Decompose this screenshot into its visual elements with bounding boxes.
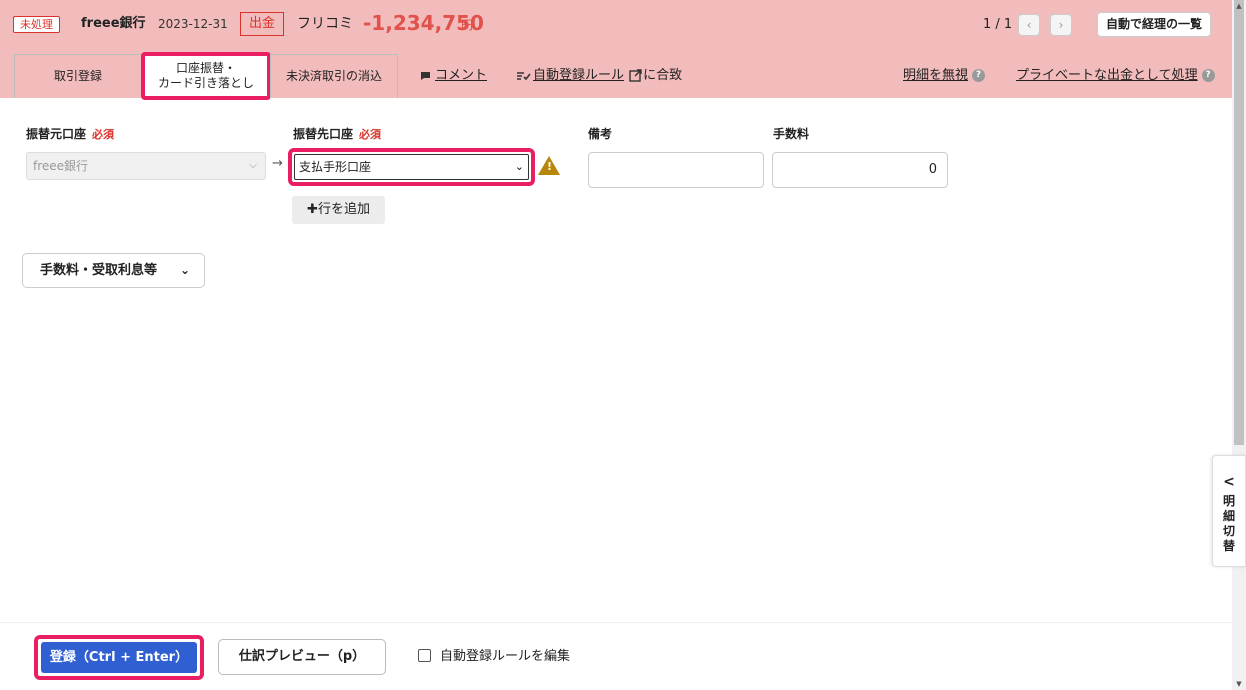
source-account-label: 振替元口座 必須 xyxy=(26,127,115,141)
tab-reconcile[interactable]: 未決済取引の消込 xyxy=(270,54,398,98)
chevron-right-icon: › xyxy=(1058,18,1064,32)
pager: 1 / 1 xyxy=(983,17,1013,32)
note-label: 備考 xyxy=(588,127,613,141)
auto-rule-link[interactable]: 自動登録ルール に合致 xyxy=(517,67,682,85)
warning-icon: ! xyxy=(538,156,560,175)
currency: 円 xyxy=(461,18,474,32)
scrollbar-thumb[interactable] xyxy=(1234,0,1244,445)
status-badge: 未処理 xyxy=(13,16,60,33)
list-button[interactable]: 自動で経理の一覧 xyxy=(1097,12,1211,37)
arrow-right-icon: → xyxy=(272,156,283,171)
chevron-left-icon: ‹ xyxy=(1026,18,1032,32)
ignore-link[interactable]: 明細を無視? xyxy=(903,67,986,85)
type-badge: 出金 xyxy=(240,12,284,36)
fee-toggle-button[interactable]: 手数料・受取利息等 ⌄ xyxy=(22,253,205,288)
target-account-select[interactable]: 支払手形口座 ⌄ xyxy=(288,148,535,186)
prev-button[interactable]: ‹ xyxy=(1018,14,1040,36)
register-button[interactable]: 登録（Ctrl + Enter） xyxy=(34,635,204,680)
edit-rule-label[interactable]: 自動登録ルールを編集 xyxy=(440,648,570,665)
chevron-down-icon: ⌄ xyxy=(514,160,524,173)
detail-switch-panel[interactable]: < 明細切替 xyxy=(1212,455,1246,567)
target-account-label: 振替先口座 必須 xyxy=(293,127,382,141)
required-badge: 必須 xyxy=(359,128,382,141)
help-icon[interactable]: ? xyxy=(972,69,986,82)
preview-button[interactable]: 仕訳プレビュー（p） xyxy=(218,639,386,675)
note-input[interactable] xyxy=(588,152,764,188)
detail-switch-label: 明細切替 xyxy=(1222,494,1235,553)
comment-link[interactable]: コメント xyxy=(420,67,487,85)
source-account-select: freee銀行 ⌵ xyxy=(26,152,266,180)
tab-label: 取引登録 xyxy=(53,69,102,83)
rule-check-icon xyxy=(517,71,531,80)
external-link-icon xyxy=(629,69,642,82)
private-link[interactable]: プライベートな出金として処理? xyxy=(1016,67,1215,85)
edit-rule-checkbox[interactable] xyxy=(418,649,431,662)
fee-label: 手数料 xyxy=(773,127,810,141)
transaction-header: 未処理 freee銀行 2023-12-31 出金 フリコミ -1,234,75… xyxy=(0,0,1232,100)
bank-name: freee銀行 xyxy=(81,16,146,31)
tab-label: 口座振替・ カード引き落とし xyxy=(157,61,254,90)
tab-label: 未決済取引の消込 xyxy=(285,69,382,83)
help-icon[interactable]: ? xyxy=(1201,69,1215,82)
comment-icon xyxy=(421,71,430,80)
add-row-button[interactable]: ✚行を追加 xyxy=(292,196,385,224)
required-badge: 必須 xyxy=(92,128,115,141)
tab-register[interactable]: 取引登録 xyxy=(14,54,142,98)
fee-input[interactable]: 0 xyxy=(772,152,948,188)
chevron-down-icon: ⌵ xyxy=(249,160,257,171)
scroll-down-icon[interactable]: ▼ xyxy=(1233,678,1245,690)
tab-transfer[interactable]: 口座振替・ カード引き落とし xyxy=(141,52,271,100)
plus-icon: ✚ xyxy=(307,202,318,217)
scroll-up-icon[interactable]: ▲ xyxy=(1233,0,1245,12)
chevron-left-icon: < xyxy=(1223,474,1235,490)
transaction-date: 2023-12-31 xyxy=(158,17,228,31)
payee: フリコミ xyxy=(297,16,353,32)
chevron-down-icon: ⌄ xyxy=(179,263,190,277)
next-button[interactable]: › xyxy=(1050,14,1072,36)
